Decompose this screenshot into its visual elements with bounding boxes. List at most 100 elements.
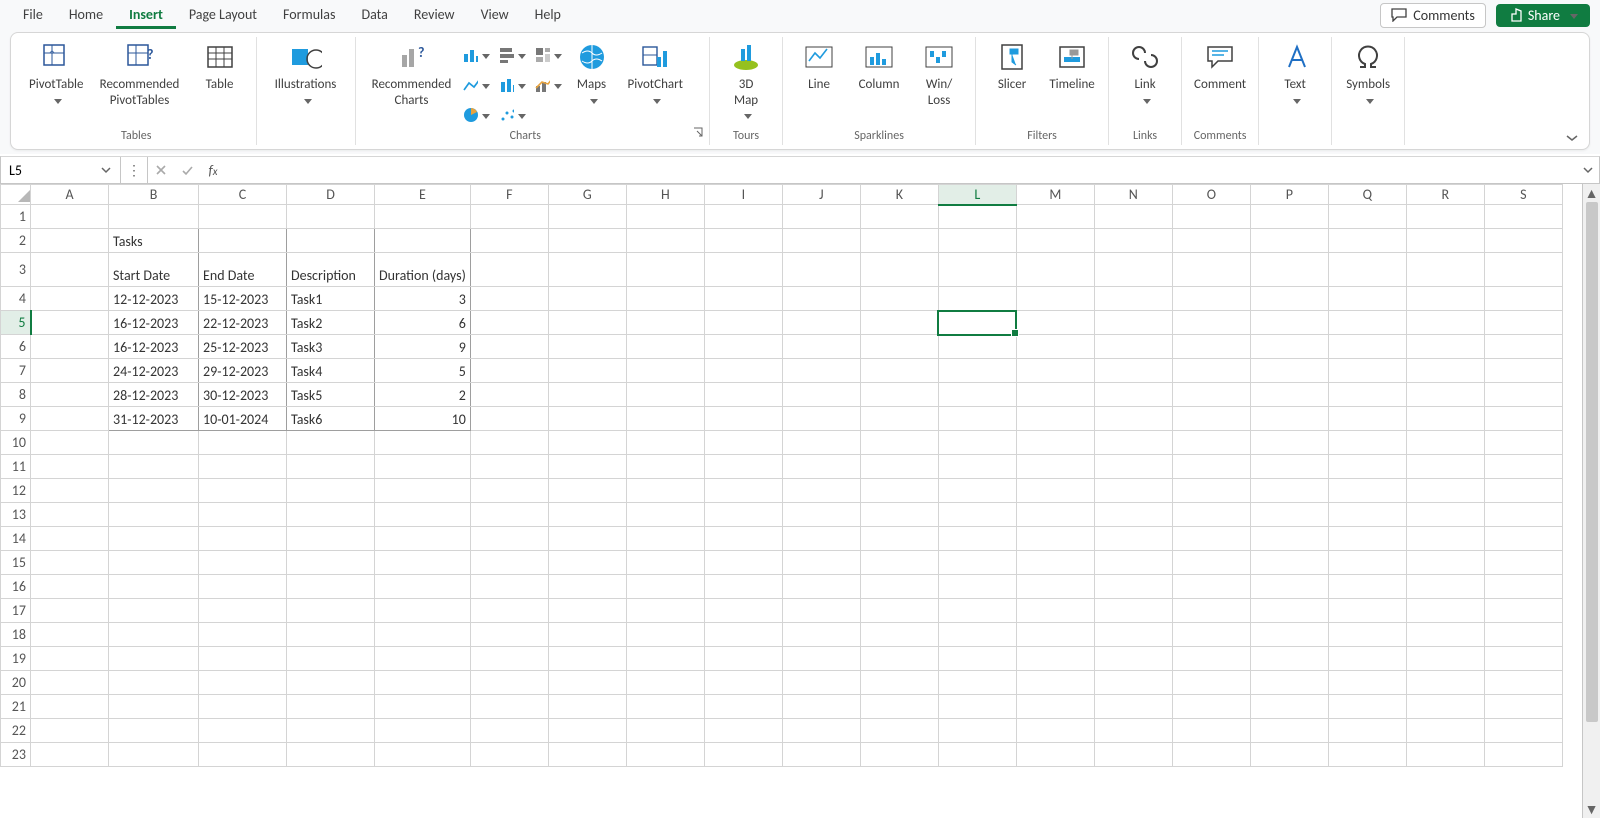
col-header-R[interactable]: R xyxy=(1406,185,1484,205)
cell-E8[interactable]: 2 xyxy=(375,383,471,407)
cell-C5[interactable]: 22-12-2023 xyxy=(199,311,287,335)
cell-C9[interactable]: 10-01-2024 xyxy=(199,407,287,431)
cell-S2[interactable] xyxy=(1484,229,1562,253)
cell-B6[interactable]: 16-12-2023 xyxy=(109,335,199,359)
cell-D15[interactable] xyxy=(287,551,375,575)
pivottable-button[interactable]: PivotTable xyxy=(23,39,90,111)
cell-N3[interactable] xyxy=(1094,253,1172,287)
cell-L3[interactable] xyxy=(938,253,1016,287)
cell-K23[interactable] xyxy=(860,743,938,767)
cell-R5[interactable] xyxy=(1406,311,1484,335)
col-header-H[interactable]: H xyxy=(626,185,704,205)
cell-O13[interactable] xyxy=(1172,503,1250,527)
cell-O12[interactable] xyxy=(1172,479,1250,503)
cell-G16[interactable] xyxy=(548,575,626,599)
cell-F8[interactable] xyxy=(470,383,548,407)
cell-B13[interactable] xyxy=(109,503,199,527)
cell-I3[interactable] xyxy=(704,253,782,287)
cell-E15[interactable] xyxy=(375,551,471,575)
expand-formula-bar-button[interactable] xyxy=(1577,165,1599,175)
tab-formulas[interactable]: Formulas xyxy=(270,2,348,29)
cell-J1[interactable] xyxy=(782,205,860,229)
cell-R15[interactable] xyxy=(1406,551,1484,575)
cell-H1[interactable] xyxy=(626,205,704,229)
cell-O3[interactable] xyxy=(1172,253,1250,287)
cell-N17[interactable] xyxy=(1094,599,1172,623)
cell-R19[interactable] xyxy=(1406,647,1484,671)
cell-A17[interactable] xyxy=(31,599,109,623)
row-header-23[interactable]: 23 xyxy=(1,743,31,767)
col-header-O[interactable]: O xyxy=(1172,185,1250,205)
cell-I7[interactable] xyxy=(704,359,782,383)
cell-F16[interactable] xyxy=(470,575,548,599)
cell-R3[interactable] xyxy=(1406,253,1484,287)
cell-R2[interactable] xyxy=(1406,229,1484,253)
cell-M12[interactable] xyxy=(1016,479,1094,503)
statistic-chart-icon[interactable] xyxy=(498,73,526,97)
cell-S10[interactable] xyxy=(1484,431,1562,455)
col-header-S[interactable]: S xyxy=(1484,185,1562,205)
cell-R21[interactable] xyxy=(1406,695,1484,719)
cell-Q20[interactable] xyxy=(1328,671,1406,695)
cell-C22[interactable] xyxy=(199,719,287,743)
cell-K13[interactable] xyxy=(860,503,938,527)
cell-P10[interactable] xyxy=(1250,431,1328,455)
cell-R20[interactable] xyxy=(1406,671,1484,695)
cell-P20[interactable] xyxy=(1250,671,1328,695)
grid-scroll[interactable]: ABCDEFGHIJKLMNOPQRS12Tasks3Start DateEnd… xyxy=(0,184,1582,818)
combo-chart-icon[interactable] xyxy=(534,73,562,97)
cell-R23[interactable] xyxy=(1406,743,1484,767)
cell-Q12[interactable] xyxy=(1328,479,1406,503)
cell-D21[interactable] xyxy=(287,695,375,719)
cell-B7[interactable]: 24-12-2023 xyxy=(109,359,199,383)
cell-L11[interactable] xyxy=(938,455,1016,479)
row-header-20[interactable]: 20 xyxy=(1,671,31,695)
cell-N1[interactable] xyxy=(1094,205,1172,229)
cell-Q22[interactable] xyxy=(1328,719,1406,743)
tab-insert[interactable]: Insert xyxy=(116,2,176,29)
cell-Q4[interactable] xyxy=(1328,287,1406,311)
cell-S22[interactable] xyxy=(1484,719,1562,743)
cell-R4[interactable] xyxy=(1406,287,1484,311)
cell-J17[interactable] xyxy=(782,599,860,623)
cell-D7[interactable]: Task4 xyxy=(287,359,375,383)
cell-H17[interactable] xyxy=(626,599,704,623)
cell-L7[interactable] xyxy=(938,359,1016,383)
cell-J3[interactable] xyxy=(782,253,860,287)
cell-C1[interactable] xyxy=(199,205,287,229)
cell-F4[interactable] xyxy=(470,287,548,311)
cell-C15[interactable] xyxy=(199,551,287,575)
cell-D23[interactable] xyxy=(287,743,375,767)
cell-F21[interactable] xyxy=(470,695,548,719)
col-header-E[interactable]: E xyxy=(375,185,471,205)
cell-P8[interactable] xyxy=(1250,383,1328,407)
cell-M4[interactable] xyxy=(1016,287,1094,311)
cell-M7[interactable] xyxy=(1016,359,1094,383)
cell-F17[interactable] xyxy=(470,599,548,623)
row-header-15[interactable]: 15 xyxy=(1,551,31,575)
cell-M19[interactable] xyxy=(1016,647,1094,671)
col-header-P[interactable]: P xyxy=(1250,185,1328,205)
cell-E22[interactable] xyxy=(375,719,471,743)
cell-G11[interactable] xyxy=(548,455,626,479)
cell-J23[interactable] xyxy=(782,743,860,767)
cell-A18[interactable] xyxy=(31,623,109,647)
row-header-16[interactable]: 16 xyxy=(1,575,31,599)
cell-E14[interactable] xyxy=(375,527,471,551)
cell-D3[interactable]: Description xyxy=(287,253,375,287)
cell-K10[interactable] xyxy=(860,431,938,455)
cell-D4[interactable]: Task1 xyxy=(287,287,375,311)
cell-B19[interactable] xyxy=(109,647,199,671)
cell-R22[interactable] xyxy=(1406,719,1484,743)
cell-Q11[interactable] xyxy=(1328,455,1406,479)
cell-D1[interactable] xyxy=(287,205,375,229)
cell-G23[interactable] xyxy=(548,743,626,767)
cell-F12[interactable] xyxy=(470,479,548,503)
cell-F6[interactable] xyxy=(470,335,548,359)
cell-D8[interactable]: Task5 xyxy=(287,383,375,407)
cell-N20[interactable] xyxy=(1094,671,1172,695)
row-header-8[interactable]: 8 xyxy=(1,383,31,407)
cell-S8[interactable] xyxy=(1484,383,1562,407)
column-chart-icon[interactable] xyxy=(462,43,490,67)
cell-P18[interactable] xyxy=(1250,623,1328,647)
